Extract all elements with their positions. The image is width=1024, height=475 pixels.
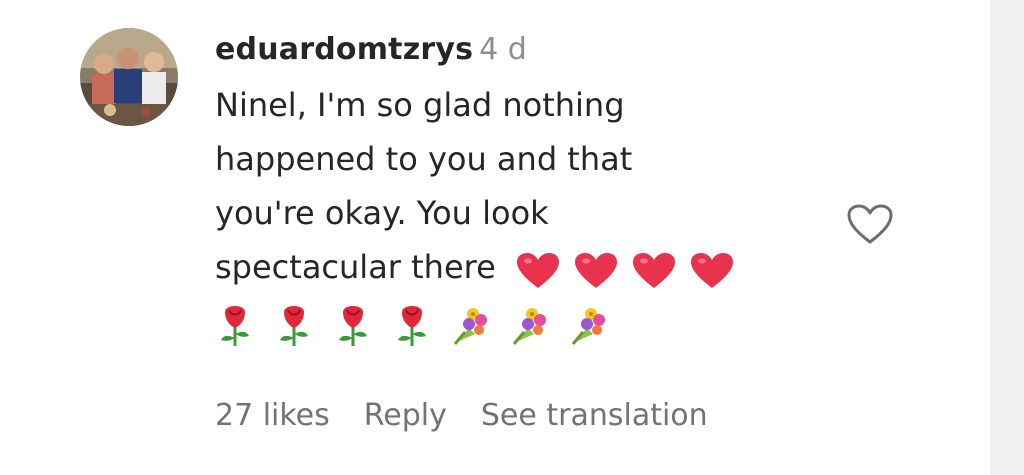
avatar[interactable] <box>80 28 178 126</box>
red-heart-emoji-icon <box>690 253 733 288</box>
avatar-photo <box>80 28 178 126</box>
comment-timestamp[interactable]: 4 d <box>479 32 527 67</box>
page-edge-strip <box>990 0 1024 475</box>
bouquet-emoji-icon <box>512 308 546 345</box>
comment-header: eduardomtzrys 4 d <box>215 30 815 70</box>
comment-body: eduardomtzrys 4 d Ninel, I'm so glad noth… <box>215 30 815 350</box>
rose-emoji-icon <box>398 306 426 346</box>
red-heart-emoji-icon <box>574 253 617 288</box>
heart-emoji-group <box>516 242 748 296</box>
comment-text-line: spectacular there <box>215 248 496 286</box>
see-translation-button[interactable]: See translation <box>481 398 708 433</box>
like-heart-outline-icon[interactable] <box>846 204 894 250</box>
likes-count-button[interactable]: 27 likes <box>215 398 330 433</box>
bouquet-emoji-icon <box>571 308 605 345</box>
rose-emoji-icon <box>280 306 308 346</box>
red-heart-emoji-icon <box>632 253 675 288</box>
reply-button[interactable]: Reply <box>364 398 447 433</box>
flower-emoji-row <box>215 302 815 350</box>
red-heart-emoji-icon <box>516 253 559 288</box>
heart-outline-icon <box>847 204 893 244</box>
rose-emoji-icon <box>221 306 249 346</box>
username-link[interactable]: eduardomtzrys <box>215 32 473 67</box>
bouquet-emoji-icon <box>453 308 487 345</box>
comment-text-line: happened to you and that <box>215 140 633 178</box>
comment-text-line: Ninel, I'm so glad nothing <box>215 86 625 124</box>
comment-actions: 27 likes Reply See translation <box>215 396 742 436</box>
comment-text-line-with-emoji: spectacular there <box>215 240 815 296</box>
comment-text-line: you're okay. You look <box>215 194 549 232</box>
rose-emoji-icon <box>339 306 367 346</box>
